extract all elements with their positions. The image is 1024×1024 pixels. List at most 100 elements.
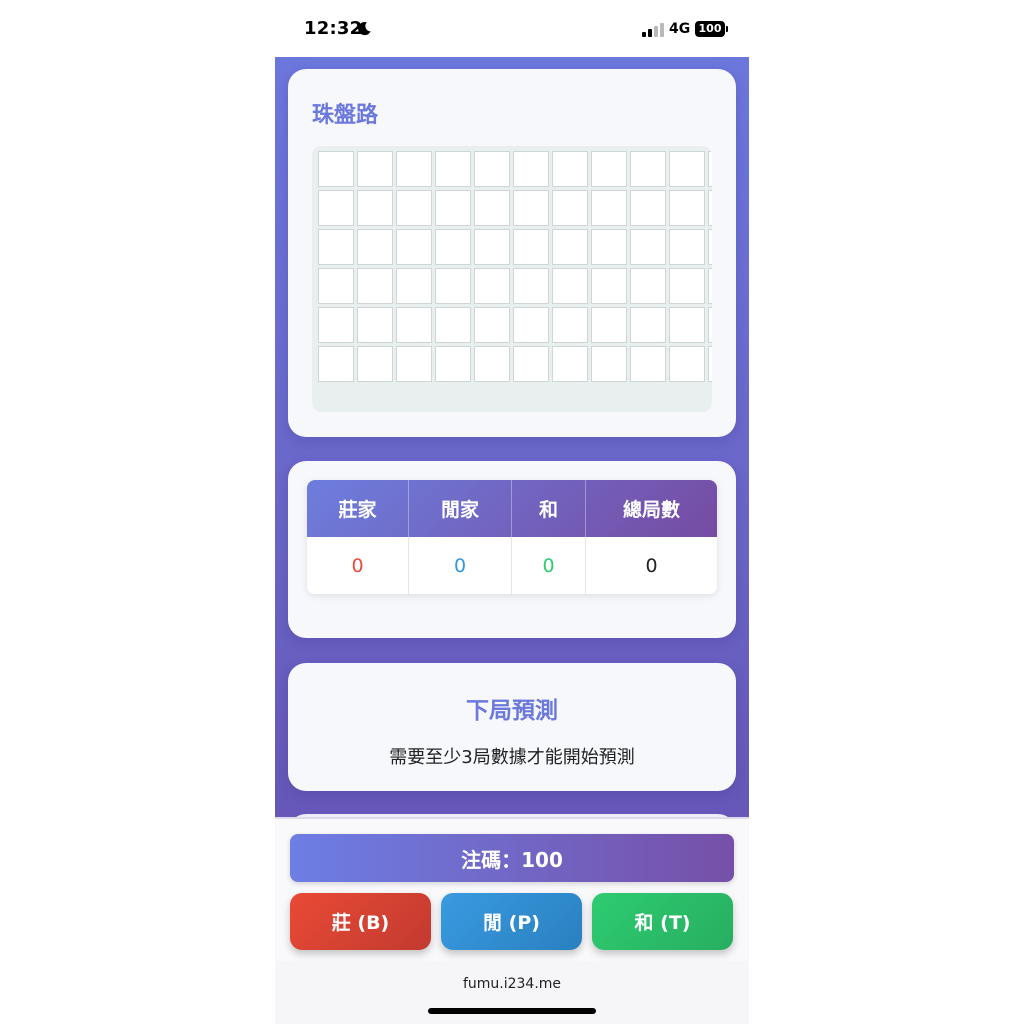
bead-cell <box>318 268 354 304</box>
bead-cell <box>513 229 549 265</box>
bead-cell <box>357 229 393 265</box>
bead-cell <box>474 151 510 187</box>
bead-cell <box>396 268 432 304</box>
bead-cell <box>435 229 471 265</box>
bead-cell <box>630 190 666 226</box>
bead-cell <box>669 229 705 265</box>
bead-cell <box>318 229 354 265</box>
banker-count: 0 <box>307 537 409 594</box>
bead-cell <box>396 307 432 343</box>
bead-cell <box>630 268 666 304</box>
bead-cell <box>708 190 712 226</box>
bead-cell <box>357 346 393 382</box>
bead-cell <box>630 346 666 382</box>
player-button[interactable]: 閒 (P) <box>441 893 582 950</box>
bead-cell <box>669 346 705 382</box>
signal-icon <box>642 23 664 37</box>
bead-road-title: 珠盤路 <box>312 103 379 128</box>
stats-header-row: 莊家 閒家 和 總局數 <box>307 480 717 537</box>
stats-value-row: 0 0 0 0 <box>307 537 717 594</box>
browser-footer: fumu.i234.me <box>275 961 749 1024</box>
bead-cell <box>318 307 354 343</box>
bead-cell <box>435 346 471 382</box>
bead-cell <box>474 229 510 265</box>
header-total: 總局數 <box>622 499 680 521</box>
bead-cell <box>669 268 705 304</box>
stats-table: 莊家 閒家 和 總局數 0 0 0 0 <box>307 480 717 594</box>
bead-cell <box>552 229 588 265</box>
bead-cell <box>591 268 627 304</box>
player-count: 0 <box>409 537 512 594</box>
bead-cell <box>708 346 712 382</box>
bead-cell <box>513 346 549 382</box>
bead-cell <box>318 151 354 187</box>
status-bar: 12:32 4G 100 <box>275 0 749 57</box>
prediction-title: 下局預測 <box>466 698 558 724</box>
bead-cell <box>318 190 354 226</box>
bead-cell <box>435 268 471 304</box>
bead-cell <box>357 307 393 343</box>
bead-cell <box>357 268 393 304</box>
bead-road-grid <box>318 151 712 382</box>
bead-cell <box>513 307 549 343</box>
bead-cell <box>513 190 549 226</box>
bead-cell <box>513 151 549 187</box>
status-time: 12:32 <box>304 18 363 39</box>
bead-cell <box>513 268 549 304</box>
stats-card: 莊家 閒家 和 總局數 0 0 0 0 <box>288 461 736 638</box>
bead-cell <box>474 268 510 304</box>
bead-cell <box>669 307 705 343</box>
moon-icon <box>358 22 371 36</box>
bead-cell <box>552 346 588 382</box>
home-indicator[interactable] <box>428 1008 596 1014</box>
main-area: 珠盤路 莊家 閒家 和 總局數 0 0 0 0 下局預測 需要至少3局數據才能開… <box>275 57 749 834</box>
bead-cell <box>396 151 432 187</box>
bead-cell <box>591 151 627 187</box>
bead-cell <box>630 229 666 265</box>
bead-cell <box>630 151 666 187</box>
bead-cell <box>552 151 588 187</box>
url-label[interactable]: fumu.i234.me <box>275 976 749 992</box>
bead-cell <box>708 229 712 265</box>
bead-cell <box>552 307 588 343</box>
bead-cell <box>396 346 432 382</box>
bead-road-scroll[interactable] <box>312 146 712 412</box>
phone-screen: 12:32 4G 100 珠盤路 莊家 閒家 和 總局數 0 0 0 0 下局預… <box>275 0 749 1024</box>
prediction-card: 下局預測 需要至少3局數據才能開始預測 <box>288 663 736 791</box>
prediction-message: 需要至少3局數據才能開始預測 <box>389 747 635 768</box>
bead-cell <box>591 307 627 343</box>
bet-controls: 注碼：100 莊 (B) 閒 (P) 和 (T) <box>275 817 749 961</box>
chip-amount-button[interactable]: 注碼：100 <box>290 834 734 882</box>
network-label: 4G <box>669 21 691 37</box>
battery-tip <box>726 26 728 32</box>
bead-cell <box>474 307 510 343</box>
bead-cell <box>630 307 666 343</box>
header-player: 閒家 <box>409 480 512 537</box>
bead-cell <box>474 346 510 382</box>
bead-cell <box>552 268 588 304</box>
bead-cell <box>552 190 588 226</box>
bead-road-card: 珠盤路 <box>288 69 736 437</box>
bead-cell <box>435 151 471 187</box>
banker-button[interactable]: 莊 (B) <box>290 893 431 950</box>
tie-count: 0 <box>512 537 586 594</box>
bead-cell <box>669 190 705 226</box>
total-count: 0 <box>645 554 658 577</box>
bead-cell <box>357 151 393 187</box>
bead-cell <box>396 190 432 226</box>
bead-cell <box>318 346 354 382</box>
battery-icon: 100 <box>695 21 725 37</box>
header-tie: 和 <box>512 480 586 537</box>
bead-cell <box>591 190 627 226</box>
bead-cell <box>669 151 705 187</box>
bead-cell <box>435 190 471 226</box>
bead-cell <box>474 190 510 226</box>
bead-cell <box>591 346 627 382</box>
bead-cell <box>396 229 432 265</box>
bead-cell <box>708 268 712 304</box>
tie-button[interactable]: 和 (T) <box>592 893 733 950</box>
bead-cell <box>435 307 471 343</box>
bead-cell <box>591 229 627 265</box>
bead-cell <box>708 307 712 343</box>
bead-cell <box>708 151 712 187</box>
